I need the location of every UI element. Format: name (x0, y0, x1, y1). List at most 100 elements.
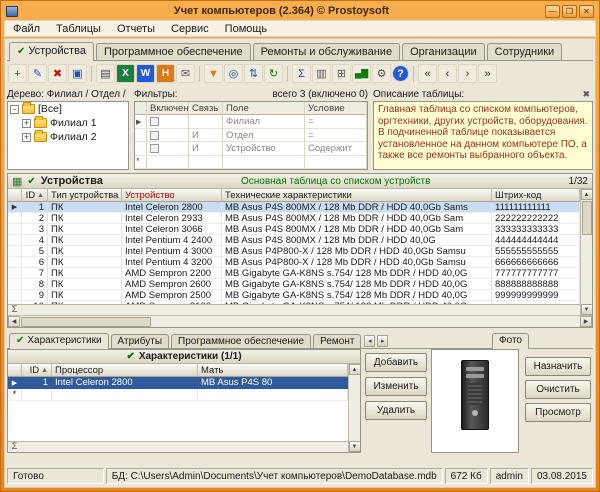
tree-item-branch2[interactable]: + Филиал 2 (8, 130, 128, 144)
column-header-enabled[interactable]: Включен (147, 102, 189, 115)
menu-service[interactable]: Сервис (163, 22, 217, 36)
expander-closed-icon[interactable]: + (22, 133, 31, 142)
nav-last-icon[interactable]: » (478, 64, 497, 83)
scroll-right-icon[interactable]: ▶ (580, 316, 592, 327)
view-photo-button[interactable]: Просмотр (525, 403, 591, 422)
table-row[interactable]: 7 ПК AMD Sempron 2200 MB Gigabyte GA-K8N… (8, 268, 580, 279)
filter-row[interactable]: ▶ Филиал = (135, 115, 367, 128)
filter-row[interactable]: И Отдел = (135, 129, 367, 142)
scrollbar-thumb[interactable] (21, 317, 151, 327)
column-header-id[interactable]: ID▲ (22, 189, 48, 202)
edit-button[interactable]: Изменить (365, 377, 427, 396)
table-row[interactable]: ▶ 1 Intel Celeron 2800 MB Asus P4S 80 (8, 377, 348, 389)
filter-enabled-checkbox[interactable] (150, 117, 159, 126)
tab-scroll-left-icon[interactable]: ◂ (364, 335, 375, 347)
export-html-icon[interactable]: H (156, 64, 175, 83)
vertical-scrollbar[interactable]: ▲ ▼ (348, 364, 360, 452)
minimize-button[interactable]: — (545, 5, 560, 18)
edit-record-icon[interactable]: ✎ (28, 64, 47, 83)
copy-record-icon[interactable]: ▣ (68, 64, 87, 83)
filter-enabled-checkbox[interactable] (150, 131, 159, 140)
table-row[interactable]: 9 ПК AMD Sempron 2500 MB Gigabyte GA-K8N… (8, 290, 580, 301)
add-button[interactable]: Добавить (365, 353, 427, 372)
menu-help[interactable]: Помощь (217, 22, 276, 36)
tab-photo[interactable]: Фото (492, 333, 529, 349)
table-row[interactable]: 5 ПК Intel Pentium 4 3000 MB Asus P4P800… (8, 246, 580, 257)
scroll-down-icon[interactable]: ▼ (349, 441, 361, 452)
menu-tables[interactable]: Таблицы (48, 22, 109, 36)
nav-prev-icon[interactable]: ‹ (438, 64, 457, 83)
table-row[interactable]: 6 ПК Intel Pentium 4 3200 MB Asus P4P800… (8, 257, 580, 268)
nav-first-icon[interactable]: « (418, 64, 437, 83)
table-row[interactable]: 3 ПК Intel Celeron 3066 MB Asus P4S 800M… (8, 224, 580, 235)
expander-open-icon[interactable]: - (10, 105, 19, 114)
settings-icon[interactable]: ⚙ (372, 64, 391, 83)
table-row[interactable]: ▶ 1 ПК Intel Celeron 2800 MB Asus P4S 80… (8, 202, 580, 213)
summary-icon[interactable]: Σ (292, 64, 311, 83)
scroll-left-icon[interactable]: ◀ (8, 316, 20, 327)
table-row[interactable]: 4 ПК Intel Pentium 4 2400 MB Asus P4S 80… (8, 235, 580, 246)
tab-devices[interactable]: ✔ Устройства (9, 42, 94, 61)
table-row[interactable]: 2 ПК Intel Celeron 2933 MB Asus P4S 800M… (8, 213, 580, 224)
column-header-type[interactable]: Тип устройства (48, 189, 122, 202)
column-header-field[interactable]: Поле (223, 102, 305, 115)
delete-button[interactable]: Удалить (365, 401, 427, 420)
scroll-up-icon[interactable]: ▲ (349, 364, 361, 375)
tab-repair-detail[interactable]: Ремонт (313, 334, 361, 348)
assign-photo-button[interactable]: Назначить (525, 357, 591, 376)
tree-item-all[interactable]: - [Все] (8, 102, 128, 116)
search-icon[interactable]: ◎ (224, 64, 243, 83)
export-word-icon[interactable]: W (136, 64, 155, 83)
export-excel-icon[interactable]: X (116, 64, 135, 83)
delete-record-icon[interactable]: ✖ (48, 64, 67, 83)
toolbar: + ✎ ✖ ▣ ▤ X W H ✉ ▼ ◎ ⇅ ↻ Σ ▥ ⊞ ▄▇ ⚙ ? «… (7, 61, 593, 86)
refresh-icon[interactable]: ↻ (264, 64, 283, 83)
nav-next-icon[interactable]: › (458, 64, 477, 83)
vertical-scrollbar[interactable]: ▲ ▼ (580, 189, 592, 315)
columns-icon[interactable]: ▥ (312, 64, 331, 83)
scroll-down-icon[interactable]: ▼ (581, 304, 593, 315)
tree-item-branch1[interactable]: + Филиал 1 (8, 116, 128, 130)
menu-file[interactable]: Файл (5, 22, 48, 36)
tab-employees[interactable]: Сотрудники (487, 43, 563, 60)
clear-photo-button[interactable]: Очистить (525, 380, 591, 399)
filter-enabled-checkbox[interactable] (150, 144, 159, 153)
column-header-device[interactable]: Устройство (122, 189, 222, 202)
close-button[interactable]: ✕ (579, 5, 594, 18)
scrollbar-thumb[interactable] (582, 201, 592, 235)
tab-software[interactable]: Программное обеспечение (96, 43, 251, 60)
filter-new-row[interactable]: * (135, 156, 367, 169)
help-icon[interactable]: ? (392, 65, 409, 82)
title-bar: Учет компьютеров (2.364) © Prostoysoft —… (4, 3, 596, 19)
column-header-id[interactable]: ID▲ (22, 364, 52, 377)
send-email-icon[interactable]: ✉ (176, 64, 195, 83)
tab-scroll-right-icon[interactable]: ▸ (377, 335, 388, 347)
column-header-link[interactable]: Связь (189, 102, 223, 115)
menu-reports[interactable]: Отчеты (109, 22, 163, 36)
tree-view-icon[interactable]: ⊞ (332, 64, 351, 83)
description-close-icon[interactable]: ✖ (579, 89, 593, 100)
new-row[interactable]: * (8, 389, 348, 401)
filter-icon[interactable]: ▼ (204, 64, 223, 83)
tab-software-detail[interactable]: Программное обеспечение (171, 334, 311, 348)
row-marker-icon: ▶ (8, 377, 22, 389)
sort-icon[interactable]: ⇅ (244, 64, 263, 83)
print-icon[interactable]: ▤ (96, 64, 115, 83)
filter-row[interactable]: И Устройство Содержит (135, 142, 367, 155)
tab-organizations[interactable]: Организации (402, 43, 485, 60)
tab-repairs[interactable]: Ремонты и обслуживание (253, 43, 400, 60)
chart-icon[interactable]: ▄▇ (352, 64, 371, 83)
expander-closed-icon[interactable]: + (22, 119, 31, 128)
column-header-mb[interactable]: Мать (198, 364, 348, 377)
column-header-cpu[interactable]: Процессор (52, 364, 198, 377)
column-header-cond[interactable]: Условие (305, 102, 367, 115)
scroll-up-icon[interactable]: ▲ (581, 189, 593, 200)
column-header-barcode[interactable]: Штрих-код (492, 189, 580, 202)
table-row[interactable]: 8 ПК AMD Sempron 2600 MB Gigabyte GA-K8N… (8, 279, 580, 290)
tab-attributes[interactable]: Атрибуты (111, 334, 169, 348)
add-record-icon[interactable]: + (8, 64, 27, 83)
tab-characteristics[interactable]: ✔ Характеристики (9, 333, 109, 349)
maximize-button[interactable]: ❒ (562, 5, 577, 18)
horizontal-scrollbar[interactable]: ◀ ▶ (8, 315, 592, 327)
column-header-tech[interactable]: Технические характеристики (222, 189, 492, 202)
